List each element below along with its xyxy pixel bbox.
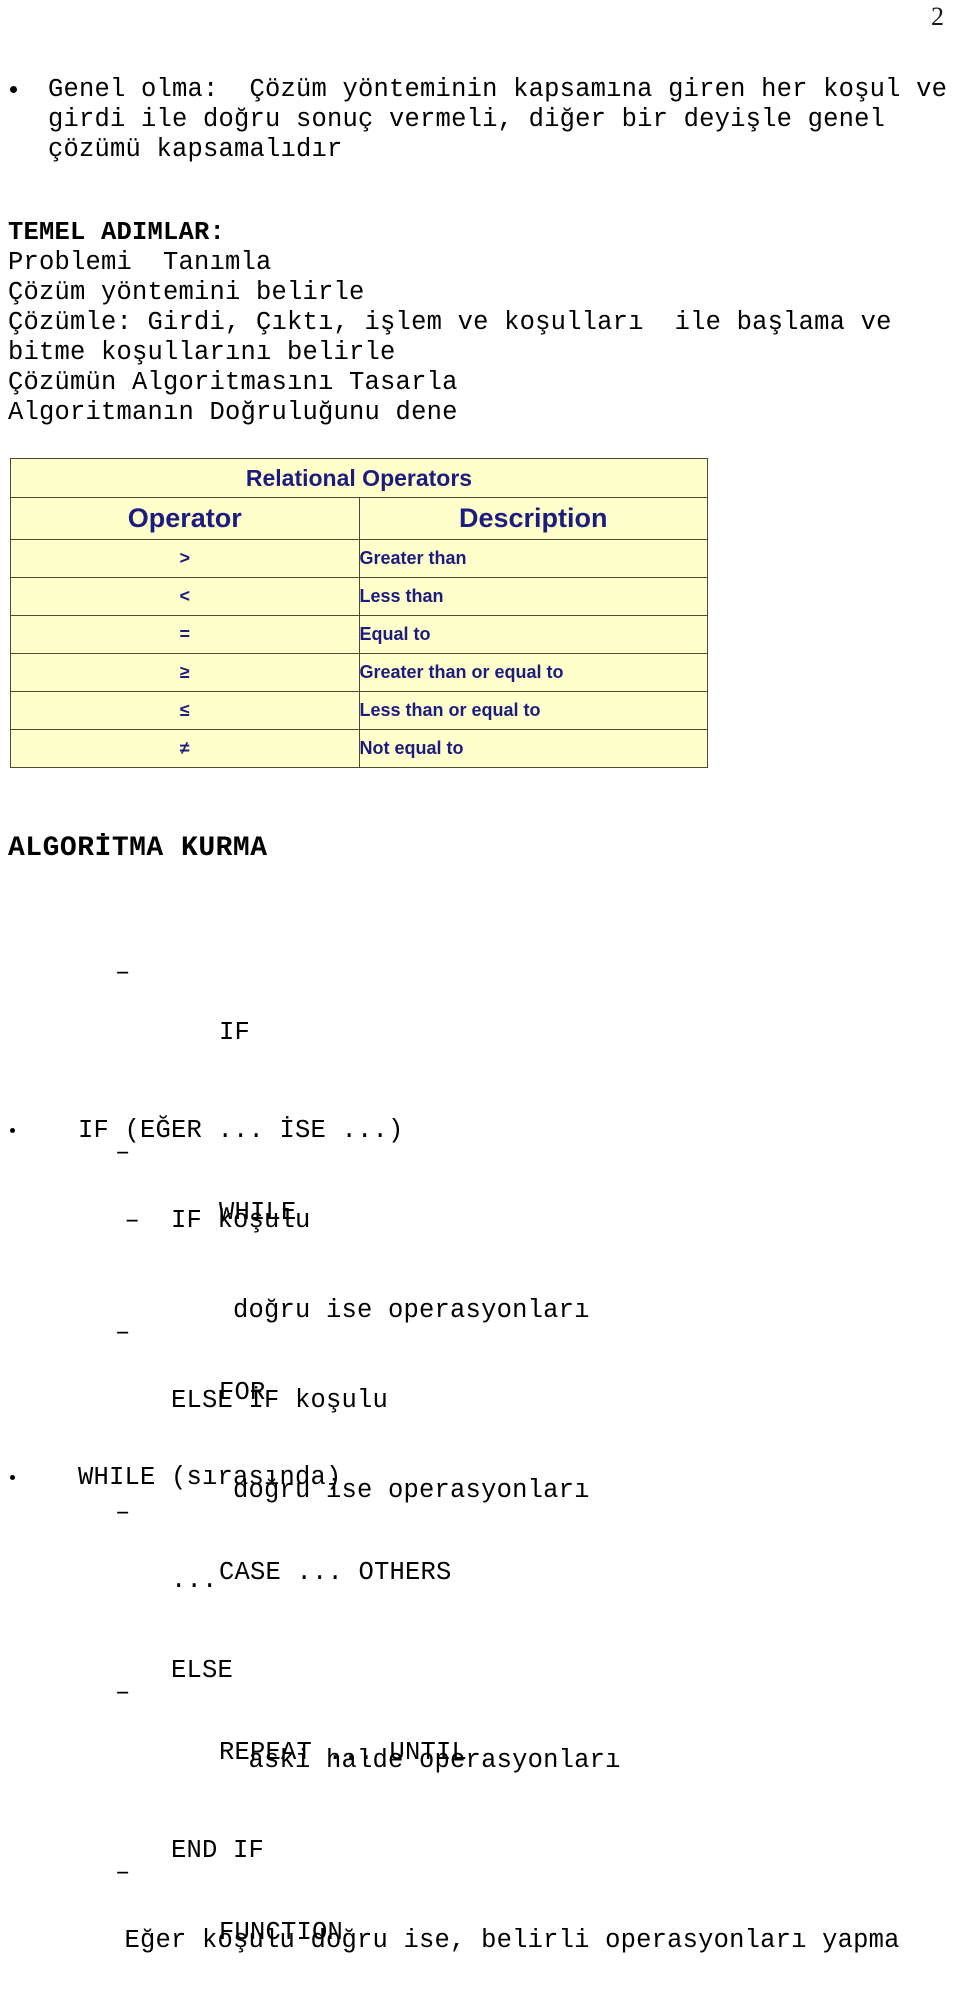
basic-steps-section: TEMEL ADIMLAR: Problemi Tanımla Çözüm yö… — [8, 218, 938, 428]
if-construct-section: IF (EĞER ... İSE ...) – IF koşulu doğru … — [10, 1116, 940, 2016]
dash-bullet-icon: – — [115, 958, 131, 987]
operator-description: Greater than or equal to — [358, 653, 708, 692]
algorithm-section-heading: ALGORİTMA KURMA — [8, 833, 268, 864]
table-row: = Equal to — [10, 615, 708, 654]
operator-description: Equal to — [358, 615, 708, 654]
table-row: ≠ Not equal to — [10, 729, 708, 768]
if-construct-title: IF (EĞER ... İSE ...) — [78, 1116, 404, 1145]
list-item: – IF — [115, 958, 815, 1078]
operator-symbol: = — [10, 615, 360, 654]
if-construct-line: END IF — [78, 1836, 265, 1865]
column-header-description: Description — [358, 497, 708, 540]
basic-steps-line: Çözümün Algoritmasını Tasarla — [8, 368, 458, 397]
basic-steps-line: Çözüm yöntemini belirle — [8, 278, 365, 307]
operator-symbol: ≠ — [10, 729, 360, 768]
while-construct-section: WHILE (sırasında) — [10, 1463, 940, 1493]
bullet-list-item: IF (EĞER ... İSE ...) — [10, 1116, 940, 1146]
table-row: < Less than — [10, 577, 708, 616]
table-row: ≤ Less than or equal to — [10, 691, 708, 730]
intro-text: Genel olma: Çözüm yönteminin kapsamına g… — [48, 75, 948, 164]
page-number: 2 — [931, 2, 944, 31]
bullet-list-item: WHILE (sırasında) — [10, 1463, 940, 1493]
if-construct-line: ELSE İF koşulu — [78, 1386, 389, 1415]
bullet-dot-icon — [10, 86, 17, 93]
operator-symbol: < — [10, 577, 360, 616]
bullet-dot-icon — [10, 1475, 15, 1480]
operator-description: Not equal to — [358, 729, 708, 768]
operator-symbol: ≤ — [10, 691, 360, 730]
basic-steps-line: bitme koşullarını belirle — [8, 338, 396, 367]
basic-steps-line: Çözümle: Girdi, Çıktı, işlem ve koşullar… — [8, 308, 892, 337]
operator-description: Less than or equal to — [358, 691, 708, 730]
column-header-operator: Operator — [10, 497, 360, 540]
operator-description: Less than — [358, 577, 708, 616]
operator-description: Greater than — [358, 539, 708, 578]
if-construct-line: ... — [78, 1566, 218, 1595]
if-construct-body: – IF koşulu doğru ise operasyonları ELSE… — [10, 1146, 940, 2016]
if-construct-line: aski halde operasyonları — [78, 1746, 621, 1775]
basic-steps-line: Algoritmanın Doğruluğunu dene — [8, 398, 458, 427]
operator-symbol: > — [10, 539, 360, 578]
intro-paragraph: Genel olma: Çözüm yönteminin kapsamına g… — [10, 75, 948, 165]
bullet-dot-icon — [10, 1128, 15, 1133]
table-title-row: Relational Operators — [10, 458, 708, 498]
while-construct-title: WHILE (sırasında) — [78, 1463, 342, 1492]
basic-steps-line: Problemi Tanımla — [8, 248, 272, 277]
table-title: Relational Operators — [10, 458, 708, 498]
table-header-row: Operator Description — [10, 497, 708, 540]
table-row: ≥ Greater than or equal to — [10, 653, 708, 692]
if-construct-line: Eğer koşulu doğru ise, belirli operasyon… — [78, 1926, 900, 1955]
bullet-list-item: Genel olma: Çözüm yönteminin kapsamına g… — [10, 75, 948, 165]
relational-operators-table: Relational Operators Operator Descriptio… — [10, 458, 708, 768]
list-item-label: IF — [219, 1018, 251, 1047]
operator-symbol: ≥ — [10, 653, 360, 692]
table-row: > Greater than — [10, 539, 708, 578]
if-construct-line: – IF koşulu — [78, 1206, 311, 1235]
if-construct-line: ELSE — [78, 1656, 234, 1685]
if-construct-line: doğru ise operasyonları — [78, 1296, 590, 1325]
basic-steps-heading: TEMEL ADIMLAR: — [8, 218, 226, 247]
